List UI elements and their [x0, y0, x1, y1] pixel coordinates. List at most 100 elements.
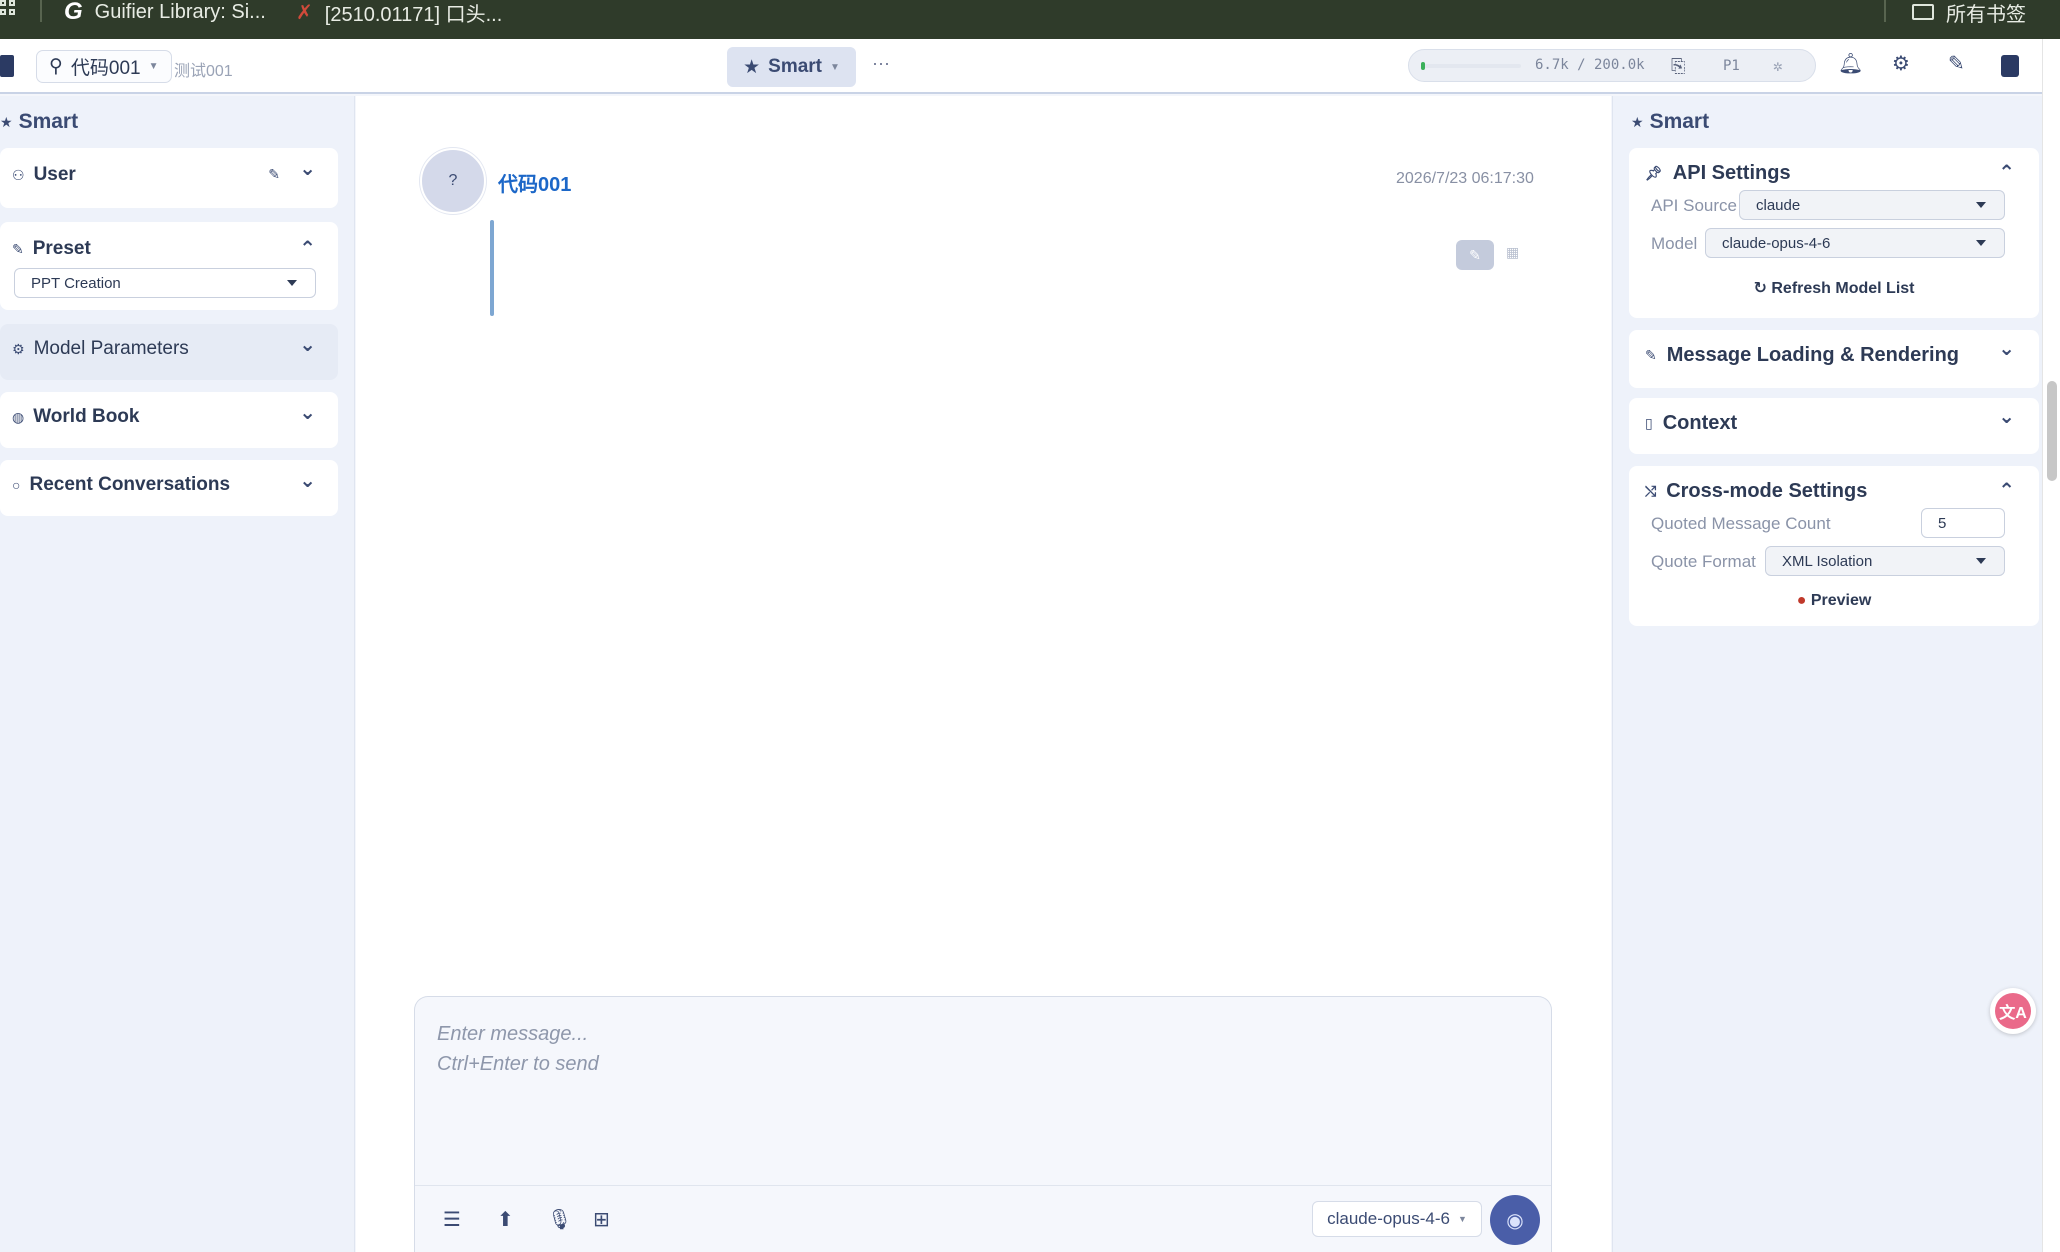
gear-icon: ⚙ — [12, 340, 25, 357]
pencil-icon[interactable]: ✎ — [1948, 51, 1965, 76]
spinner-icon: ✲ — [1773, 56, 1783, 75]
composer-model-selector[interactable]: claude-opus-4-6 ▼ — [1312, 1201, 1482, 1237]
translate-widget[interactable]: 文A — [1990, 988, 2036, 1034]
star-icon: ★ — [0, 113, 13, 130]
chevron-up-icon[interactable]: ⌃ — [1998, 478, 2015, 503]
preset-select[interactable]: PPT Creation — [14, 268, 316, 298]
quoted-count-input[interactable]: 5 — [1921, 508, 2005, 538]
mode-selector-button[interactable]: ★ Smart ▼ — [727, 47, 856, 87]
pushpin-icon: 📌︎ — [1645, 165, 1663, 181]
google-g-icon: G — [64, 0, 83, 25]
caret-down-icon — [1976, 240, 1986, 246]
chevron-down-icon[interactable]: ⌄ — [299, 400, 316, 425]
quoted-count-label: Quoted Message Count — [1651, 514, 1831, 533]
edit-user-icon[interactable]: ✎ — [268, 166, 280, 183]
right-settings-panel: ★ Smart 📌︎ API Settings ⌃ API Source cla… — [1612, 96, 2042, 1252]
message-timestamp: 2026/7/23 06:17:30 — [1396, 170, 1534, 187]
apps-grid-icon[interactable] — [0, 0, 18, 18]
model-parameters-section[interactable]: ⚙ Model Parameters ⌄ — [0, 324, 338, 380]
pin-icon: ⚲ — [49, 56, 63, 77]
chat-bubble-icon: ◉ — [1506, 1209, 1524, 1232]
upload-icon[interactable]: ⬆ — [497, 1207, 514, 1232]
compress-icon[interactable]: ⎘ — [1671, 56, 1685, 77]
token-progress-fill — [1421, 62, 1425, 70]
pencil-icon: ✎ — [1645, 347, 1657, 363]
persona-selector[interactable]: ⚲ 代码001 ▼ — [36, 50, 172, 83]
user-section[interactable]: ⚇ User ✎ ⌄ — [0, 148, 338, 208]
globe-icon: ◍ — [12, 408, 25, 425]
api-settings-section: 📌︎ API Settings ⌃ API Source claude Mode… — [1629, 148, 2039, 318]
left-sidebar: ★ Smart ⚇ User ✎ ⌄ ✎ Preset ⌃ PPT Creati… — [0, 96, 355, 1252]
context-section[interactable]: ▯ Context ⌄ — [1629, 398, 2039, 454]
chevron-down-icon[interactable]: ⌄ — [1998, 404, 2015, 429]
left-sidebar-title: ★ Smart — [0, 110, 79, 133]
caret-down-icon — [287, 280, 297, 286]
chat-area: ? 代码001 2026/7/23 06:17:30 ✎ ▦ Enter mes… — [356, 96, 1611, 1252]
caret-down-icon — [1976, 202, 1986, 208]
bookmark-arxiv[interactable]: ✗ [2510.01171] 口头... — [296, 0, 502, 26]
page-indicator: P1 — [1723, 58, 1740, 74]
token-usage-indicator: 6.7k / 200.0k ⎘ P1 ✲ — [1408, 49, 1816, 82]
preset-section: ✎ Preset ⌃ PPT Creation — [0, 222, 338, 310]
recent-conversations-section[interactable]: ○ Recent Conversations ⌄ — [0, 460, 338, 516]
api-source-select[interactable]: claude — [1739, 190, 2005, 220]
user-icon: ⚇ — [12, 166, 25, 183]
caret-down-icon: ▼ — [148, 61, 159, 72]
folder-icon — [1912, 4, 1934, 20]
model-label: Model — [1651, 234, 1698, 253]
star-icon: ★ — [1631, 113, 1644, 130]
browser-bookmark-bar: G Guifier Library: Si... ✗ [2510.01171] … — [0, 0, 2060, 39]
avatar[interactable]: ? — [420, 148, 486, 214]
pushpin-icon: ✗ — [296, 1, 313, 24]
shuffle-icon: ⤭ — [1645, 483, 1657, 499]
message-input[interactable]: Enter message... Ctrl+Enter to send — [437, 1019, 599, 1079]
api-source-label: API Source — [1651, 196, 1737, 215]
message-composer[interactable]: Enter message... Ctrl+Enter to send ☰ ⬆ … — [414, 996, 1552, 1252]
pencil-icon: ✎ — [1469, 246, 1481, 263]
refresh-icon: ↻ — [1753, 280, 1767, 297]
document-icon: ▯ — [1645, 415, 1653, 431]
caret-down-icon: ▼ — [830, 61, 840, 73]
translate-icon: 文A — [1995, 993, 2031, 1029]
cross-mode-settings-section: ⤭ Cross-mode Settings ⌃ Quoted Message C… — [1629, 466, 2039, 626]
refresh-model-list-button[interactable]: ↻ Refresh Model List — [1629, 278, 2039, 298]
menu-icon[interactable]: ☰ — [443, 1207, 461, 1232]
edit-message-button[interactable]: ✎ — [1456, 240, 1494, 270]
send-button[interactable]: ◉ — [1490, 1195, 1540, 1245]
chevron-up-icon[interactable]: ⌃ — [299, 236, 316, 261]
token-progress-track — [1421, 64, 1521, 68]
chevron-down-icon[interactable]: ⌄ — [1998, 336, 2015, 361]
more-options-button[interactable]: ··· — [872, 53, 890, 74]
eye-icon: ● — [1796, 592, 1807, 609]
chat-bubble-icon: ○ — [12, 477, 21, 493]
chevron-up-icon[interactable]: ⌃ — [1998, 160, 2015, 185]
preview-button[interactable]: ● Preview — [1629, 592, 2039, 610]
bell-icon[interactable]: 🔔︎ — [1838, 51, 1863, 76]
chevron-down-icon[interactable]: ⌄ — [299, 332, 316, 357]
chevron-down-icon[interactable]: ⌄ — [299, 156, 316, 181]
add-comment-icon[interactable]: ⊞ — [593, 1207, 610, 1232]
all-bookmarks[interactable]: 所有书签 — [1912, 0, 2026, 26]
world-book-section[interactable]: ◍ World Book ⌄ — [0, 392, 338, 448]
message-body-bar — [490, 220, 494, 316]
page-scrollbar[interactable] — [2042, 39, 2060, 1252]
message-menu-icon[interactable]: ▦ — [1506, 244, 1519, 261]
model-select[interactable]: claude-opus-4-6 — [1705, 228, 2005, 258]
caret-down-icon: ▼ — [1457, 1214, 1467, 1224]
quote-format-label: Quote Format — [1651, 552, 1756, 571]
left-sidebar-toggle[interactable] — [0, 55, 14, 77]
star-icon: ★ — [743, 56, 761, 78]
message-loading-section[interactable]: ✎ Message Loading & Rendering ⌄ — [1629, 330, 2039, 388]
bookmark-guifier[interactable]: G Guifier Library: Si... — [64, 0, 266, 25]
gear-icon[interactable]: ⚙ — [1892, 51, 1910, 76]
microphone-icon[interactable]: 🎙︎ — [547, 1207, 572, 1232]
chat-subtitle: 测试001 — [174, 63, 233, 80]
top-toolbar: ⚲ 代码001 ▼ 测试001 ★ Smart ▼ ··· 6.7k / 200… — [0, 39, 2042, 94]
token-count: 6.7k / 200.0k — [1535, 57, 1645, 73]
pencil-icon: ✎ — [12, 240, 24, 257]
right-sidebar-toggle[interactable] — [2001, 55, 2019, 77]
message-sender[interactable]: 代码001 — [498, 168, 571, 197]
caret-down-icon — [1976, 558, 1986, 564]
chevron-down-icon[interactable]: ⌄ — [299, 468, 316, 493]
quote-format-select[interactable]: XML Isolation — [1765, 546, 2005, 576]
